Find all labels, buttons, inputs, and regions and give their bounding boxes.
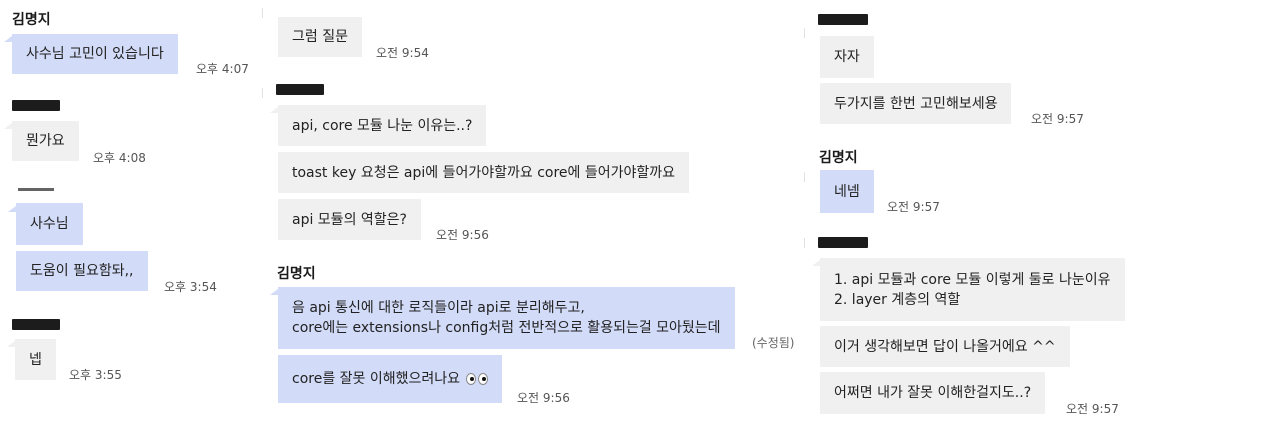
message-time: 오전 9:57 [887, 200, 940, 214]
message-time: 오전 9:56 [517, 391, 570, 405]
message-text: 자자 [834, 49, 860, 65]
message-bubble[interactable]: 사수님 [16, 203, 83, 245]
message-time: 오전 9:56 [436, 228, 489, 242]
message-text: 어쩌면 내가 잘못 이해한걸지도..? [834, 385, 1032, 401]
edited-label: (수정됨) [752, 336, 795, 350]
message-text: 이거 생각해보면 답이 나올거에요 ^^ [834, 338, 1056, 355]
message-text: api, core 모듈 나눈 이유는..? [292, 117, 473, 134]
message-text: core를 잘못 이해했으려나요 [292, 371, 461, 387]
bubble-tail [812, 260, 820, 266]
message-time: 오전 9:57 [1066, 402, 1119, 416]
column-divider [262, 88, 263, 98]
message-text-line: 음 api 통신에 대한 로직들이라 api로 분리해두고, [292, 300, 585, 316]
message-bubble[interactable]: 자자 [820, 36, 874, 78]
message-time: 오후 4:08 [93, 151, 146, 165]
message-text: 네넴 [834, 183, 860, 200]
message-bubble[interactable]: 그럼 질문 [278, 17, 362, 57]
sender-name: 김명지 [12, 12, 51, 28]
bubble-tail [7, 341, 15, 347]
message-text: api 모듈의 역할은? [292, 211, 407, 228]
bubble-tail [270, 289, 278, 295]
message-text: 도움이 필요함돠,, [30, 263, 134, 279]
eyes-emoji-icon [466, 373, 489, 385]
message-bubble[interactable]: 사수님 고민이 있습니다 [12, 34, 178, 74]
message-text: 뭔가요 [26, 133, 65, 149]
message-bubble[interactable]: 두가지를 한번 고민해보세용 [820, 83, 1012, 124]
message-bubble[interactable]: 도움이 필요함돠,, [16, 251, 148, 291]
redacted-sender-name [818, 14, 868, 25]
column-divider [804, 28, 805, 38]
message-time: 오후 4:07 [196, 62, 249, 76]
message-bubble[interactable]: 1. api 모듈과 core 모듈 이렇게 둘로 나눈이유 2. layer … [820, 258, 1125, 321]
message-bubble[interactable]: api 모듈의 역할은? [278, 199, 421, 240]
message-bubble[interactable]: core를 잘못 이해했으려나요 [278, 355, 503, 403]
message-time: 오전 9:57 [1031, 112, 1084, 126]
message-text: 두가지를 한번 고민해보세용 [834, 95, 998, 112]
bubble-tail [270, 107, 278, 113]
message-text-line: core에는 extensions나 config처럼 전반적으로 활용되는걸 … [292, 320, 721, 336]
message-text-line: 2. layer 계층의 역할 [834, 291, 961, 308]
message-bubble[interactable]: 이거 생각해보면 답이 나올거에요 ^^ [820, 326, 1070, 367]
message-bubble[interactable]: 어쩌면 내가 잘못 이해한걸지도..? [820, 372, 1046, 414]
message-text-line: 1. api 모듈과 core 모듈 이렇게 둘로 나눈이유 [834, 271, 1111, 288]
redacted-sender-name [276, 84, 324, 95]
message-bubble[interactable]: api, core 모듈 나눈 이유는..? [278, 105, 487, 146]
message-bubble[interactable]: 음 api 통신에 대한 로직들이라 api로 분리해두고, core에는 ex… [278, 287, 735, 349]
sender-name: 김명지 [277, 266, 316, 282]
message-text: 그럼 질문 [292, 29, 348, 45]
message-text: toast key 요청은 api에 들어가야할까요 core에 들어가야할까요 [292, 164, 676, 181]
message-time: 오후 3:54 [164, 280, 217, 294]
redacted-sender-name [818, 237, 868, 248]
column-divider [262, 8, 263, 18]
message-time: 오전 9:54 [376, 46, 429, 60]
message-text: 사수님 고민이 있습니다 [26, 46, 164, 62]
redacted-sender-name [12, 319, 60, 330]
bubble-tail [4, 36, 12, 42]
cropped-sender-name [18, 188, 54, 191]
message-bubble[interactable]: toast key 요청은 api에 들어가야할까요 core에 들어가야할까요 [278, 152, 690, 193]
sender-name: 김명지 [819, 150, 858, 166]
message-text: 사수님 [30, 216, 69, 232]
redacted-sender-name [12, 100, 60, 111]
column-divider [804, 238, 805, 248]
message-bubble[interactable]: 네넴 [820, 170, 874, 213]
message-time: 오후 3:55 [69, 368, 122, 382]
column-divider [804, 172, 805, 182]
bubble-tail [4, 123, 12, 129]
message-bubble[interactable]: 뭔가요 [12, 121, 79, 161]
message-text: 넵 [29, 351, 42, 368]
bubble-tail [8, 206, 16, 212]
message-bubble[interactable]: 넵 [15, 339, 56, 380]
